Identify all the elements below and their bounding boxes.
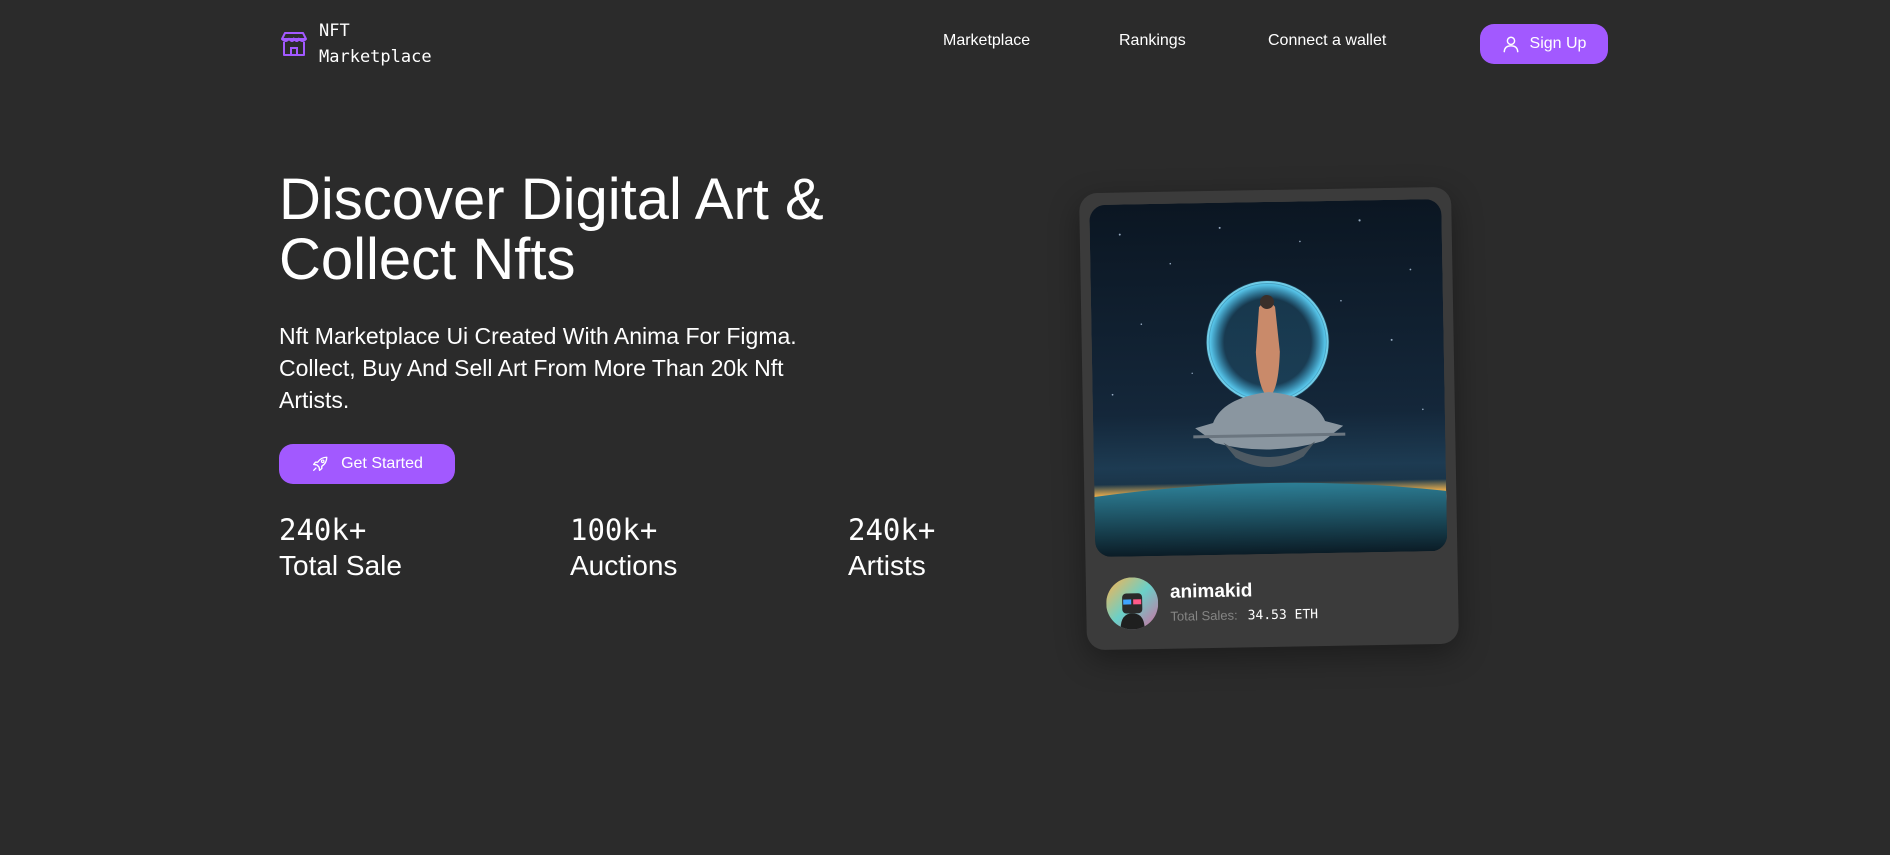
get-started-label: Get Started [341, 455, 423, 472]
storefront-icon [281, 32, 307, 56]
stat-total-sale: 240k+ Total Sale [279, 512, 402, 584]
stat-label: Total Sale [279, 550, 402, 581]
nav-connect-wallet[interactable]: Connect a wallet [1268, 32, 1386, 50]
featured-nft-card[interactable]: animakid Total Sales: 34.53 ETH [1079, 186, 1459, 651]
subhead-line3: Artists. [279, 387, 350, 413]
headline-line2: Collect Nfts [279, 227, 576, 292]
total-sales: Total Sales: 34.53 ETH [1170, 606, 1318, 625]
page: NFT Marketplace Marketplace Rankings Con… [0, 0, 1890, 855]
logo[interactable]: NFT Marketplace [279, 18, 459, 70]
nav-rankings[interactable]: Rankings [1119, 32, 1186, 50]
logo-line2: Marketplace [319, 47, 432, 67]
stat-value: 240k+ [279, 513, 367, 547]
artist-avatar[interactable] [1105, 576, 1159, 630]
stat-label: Artists [848, 550, 926, 581]
artist-name[interactable]: animakid [1170, 578, 1318, 605]
subhead-line2: Collect, Buy And Sell Art From More Than… [279, 355, 784, 381]
hero-headline: Discover Digital Art & Collect Nfts [279, 170, 999, 290]
artist-details: animakid Total Sales: 34.53 ETH [1170, 578, 1318, 625]
get-started-button[interactable]: Get Started [279, 444, 455, 484]
logo-text: NFT Marketplace [319, 18, 459, 70]
subhead-line1: Nft Marketplace Ui Created With Anima Fo… [279, 323, 797, 349]
sign-up-button[interactable]: Sign Up [1480, 24, 1608, 64]
total-sales-label: Total Sales: [1170, 607, 1238, 624]
sign-up-label: Sign Up [1529, 35, 1587, 52]
logo-line1: NFT [319, 21, 350, 41]
nav-marketplace[interactable]: Marketplace [943, 32, 1030, 50]
stat-auctions: 100k+ Auctions [570, 512, 677, 584]
stat-artists: 240k+ Artists [848, 512, 935, 584]
nft-artwork[interactable] [1089, 198, 1448, 558]
headline-line1: Discover Digital Art & [279, 167, 824, 232]
stat-label: Auctions [570, 550, 678, 581]
stat-value: 100k+ [570, 513, 658, 547]
stat-value: 240k+ [848, 513, 936, 547]
hero-subheading: Nft Marketplace Ui Created With Anima Fo… [279, 320, 899, 416]
user-icon [1503, 36, 1519, 53]
total-sales-value: 34.53 ETH [1247, 607, 1319, 624]
artist-info: animakid Total Sales: 34.53 ETH [1105, 574, 1319, 630]
nft-artwork-image [1089, 198, 1448, 558]
rocket-icon [313, 456, 328, 471]
